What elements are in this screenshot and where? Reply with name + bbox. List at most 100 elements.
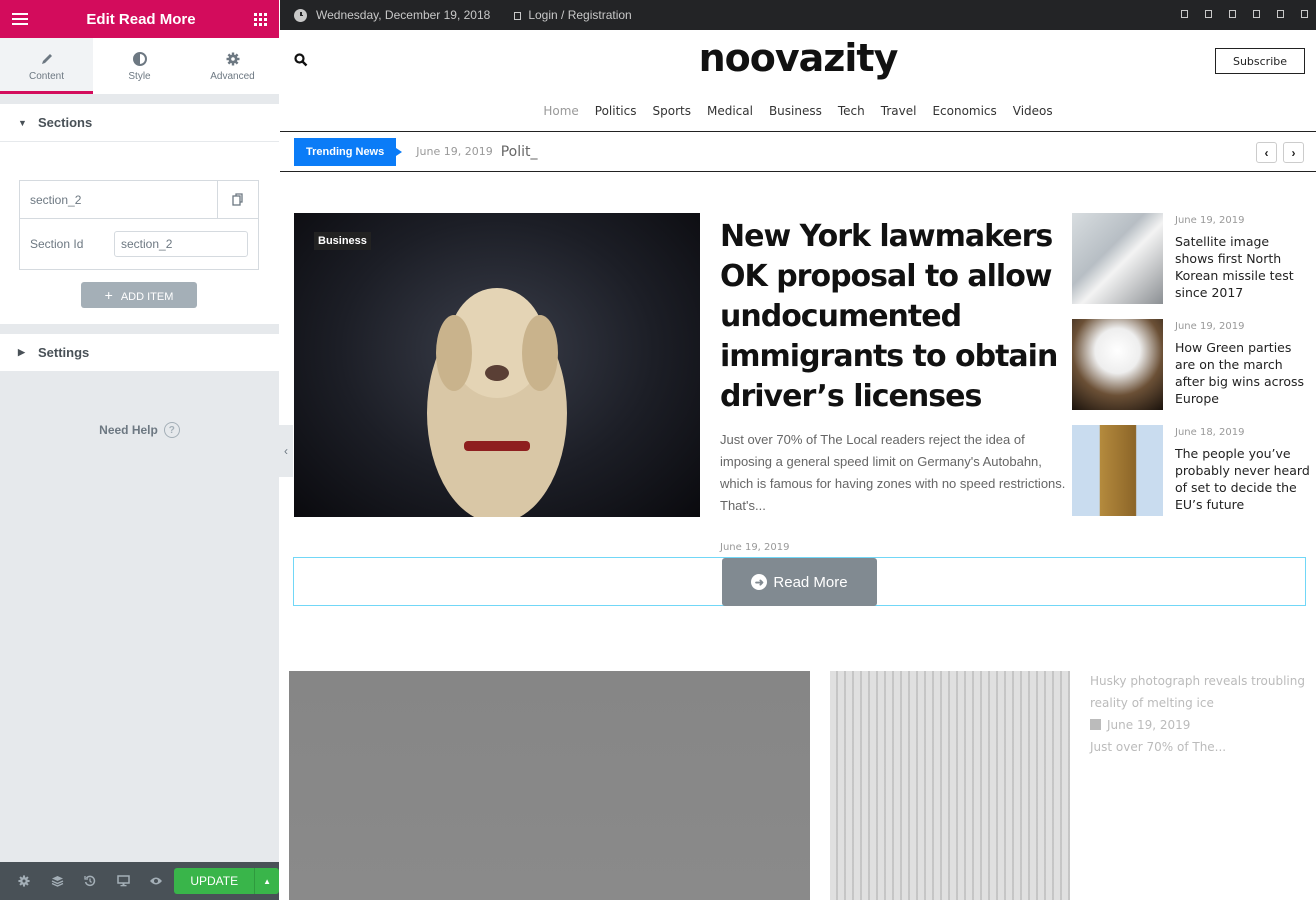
repeater-item-title[interactable]: section_2 [20,193,217,207]
nav-medical[interactable]: Medical [707,104,753,118]
chevron-left-icon[interactable]: ‹ [1256,142,1277,163]
main-nav: Home Politics Sports Medical Business Te… [280,90,1316,132]
social-icon[interactable] [1277,10,1284,18]
post-thumbnail[interactable] [830,671,1070,900]
social-icon[interactable] [1301,10,1308,18]
nav-politics[interactable]: Politics [595,104,637,118]
social-icon[interactable] [1205,10,1212,18]
masthead: noovazity Subscribe [280,30,1316,90]
post-date: June 19, 2019 [1175,321,1245,332]
dog-illustration [427,288,567,517]
site-logo[interactable]: noovazity [280,36,1316,80]
divider [0,94,279,104]
caret-down-icon: ▼ [18,117,27,128]
hero-headline[interactable]: New York lawmakers OK proposal to allow … [720,217,1070,417]
post-title[interactable]: Satellite image shows first North Korean… [1175,233,1310,301]
caret-right-icon: ▶ [18,347,25,357]
read-more-label: Read More [773,573,848,591]
layers-icon[interactable] [41,862,74,900]
user-icon [514,12,522,20]
login-link[interactable]: Login / Registration [514,8,632,22]
history-icon[interactable] [74,862,107,900]
tab-content-label: Content [28,70,65,82]
side-post[interactable]: June 18, 2019 The people you’ve probably… [1072,425,1312,517]
add-item-button[interactable]: + ADD ITEM [81,282,197,308]
gear-icon [226,51,240,67]
repeater-item: section_2 Section Id [19,180,259,270]
ticker-headline[interactable]: Polit_ [501,144,538,160]
panel-footer: UPDATE ▲ [0,862,279,900]
read-more-button[interactable]: ➜ Read More [722,558,877,606]
ticker-controls: ‹ › [1250,142,1304,163]
social-icon[interactable] [1229,10,1236,18]
post-date: June 18, 2019 [1175,427,1245,438]
post-title[interactable]: The people you’ve probably never heard o… [1175,445,1310,513]
bottom-post: Husky photograph reveals troubling reali… [1090,670,1310,758]
nav-videos[interactable]: Videos [1013,104,1053,118]
preview-eye-icon[interactable] [140,862,173,900]
nav-economics[interactable]: Economics [932,104,996,118]
sections-toggle[interactable]: ▼ Sections [0,104,279,142]
panel-tabs: Content Style Advanced [0,38,279,94]
tab-advanced-label: Advanced [210,70,255,82]
section-id-field: Section Id [20,219,258,269]
post-date: June 19, 2019 [1107,718,1191,732]
post-date: June 19, 2019 [1175,215,1245,226]
need-help-link[interactable]: Need Help ? [0,422,279,438]
social-icon[interactable] [1253,10,1260,18]
plus-icon: + [104,287,113,303]
tab-content[interactable]: Content [0,38,93,94]
nav-business[interactable]: Business [769,104,822,118]
trending-ticker: Trending News June 19, 2019 Polit_ ‹ › [280,132,1316,172]
side-post[interactable]: June 19, 2019 How Green parties are on t… [1072,319,1312,411]
post-title[interactable]: Husky photograph reveals troubling reali… [1090,670,1310,714]
chevron-right-icon[interactable]: › [1283,142,1304,163]
read-more-section[interactable]: ➜ Read More [293,557,1306,606]
tab-style[interactable]: Style [93,38,186,94]
panel-header: Edit Read More [0,0,279,38]
panel-title: Edit Read More [86,10,196,28]
post-thumbnail [1072,319,1163,410]
post-title[interactable]: How Green parties are on the march after… [1175,339,1310,407]
login-label: Login / Registration [528,8,632,22]
subscribe-button[interactable]: Subscribe [1215,48,1305,74]
post-thumbnail [1072,425,1163,516]
tab-advanced[interactable]: Advanced [186,38,279,94]
top-bar: Wednesday, December 19, 2018 Login / Reg… [280,0,1316,30]
save-options-caret-icon[interactable]: ▲ [254,868,279,894]
section-id-input[interactable] [114,231,248,257]
hero-image[interactable]: Business [294,213,700,517]
featured-image[interactable] [289,671,810,900]
need-help-label: Need Help [99,423,158,437]
hero-excerpt: Just over 70% of The Local readers rejec… [720,432,1066,513]
sections-label: Sections [38,115,93,130]
editor-panel: Edit Read More Content Style Advanced ▼ [0,0,279,900]
settings-toggle[interactable]: ▶ Settings [0,334,279,372]
divider [0,324,279,334]
nav-sports[interactable]: Sports [653,104,691,118]
nav-travel[interactable]: Travel [881,104,917,118]
menu-icon[interactable] [12,13,28,25]
social-icon[interactable] [1181,10,1188,18]
responsive-desktop-icon[interactable] [107,862,140,900]
clock-icon [294,8,307,22]
side-post[interactable]: June 19, 2019 Satellite image shows firs… [1072,213,1312,305]
arrow-circle-right-icon: ➜ [751,574,768,590]
question-icon: ? [163,422,180,438]
section-id-label: Section Id [30,237,84,251]
settings-gear-icon[interactable] [8,862,41,900]
duplicate-icon[interactable] [217,181,258,218]
sections-body: section_2 Section Id + ADD ITEM [0,142,279,324]
ticker-date: June 19, 2019 [416,145,493,158]
current-date: Wednesday, December 19, 2018 [316,8,491,22]
post-excerpt: Just over 70% of The... [1090,740,1227,754]
collapse-panel-handle[interactable]: ‹ [279,425,293,477]
contrast-icon [132,51,147,67]
update-button[interactable]: UPDATE [174,868,255,894]
nav-home[interactable]: Home [543,104,578,118]
post-thumbnail [1072,213,1163,304]
nav-tech[interactable]: Tech [838,104,865,118]
widgets-grid-icon[interactable] [254,12,267,26]
category-badge[interactable]: Business [314,232,371,250]
repeater-item-header: section_2 [20,181,258,219]
